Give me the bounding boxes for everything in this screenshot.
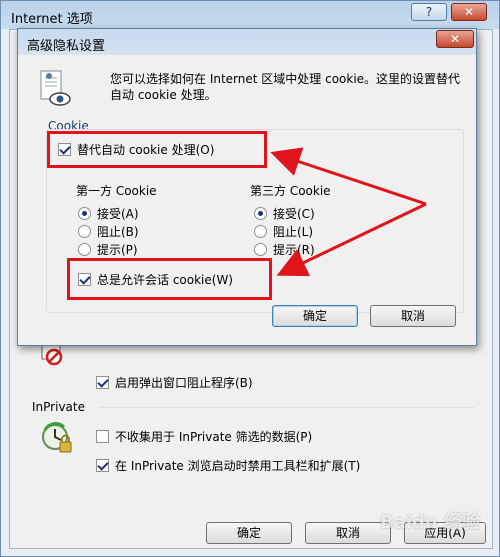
arrow-to-session xyxy=(276,202,427,277)
annotation-arrows xyxy=(270,147,427,277)
arrow-to-override xyxy=(270,147,427,206)
watermark: Baidu 经验 xyxy=(380,512,481,533)
